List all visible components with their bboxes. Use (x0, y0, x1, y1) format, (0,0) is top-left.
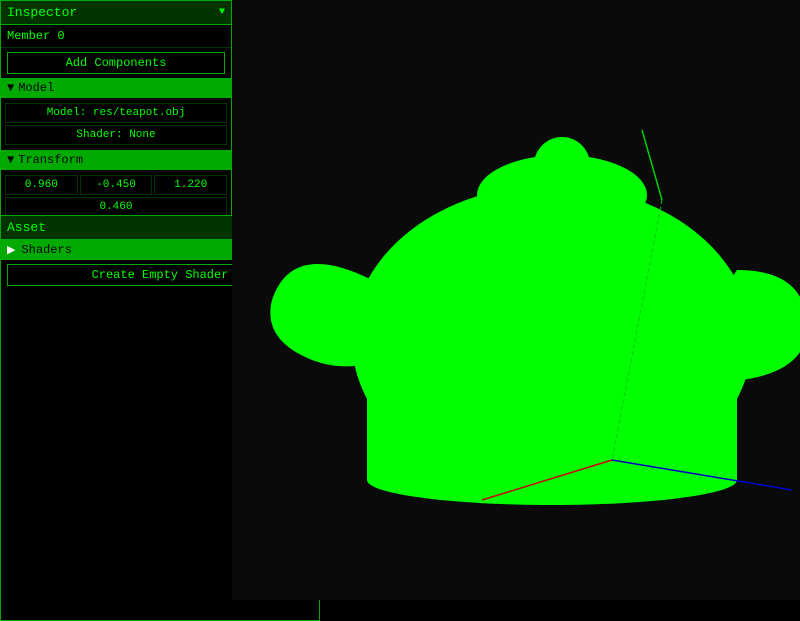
transform-section-header[interactable]: ▼ Transform (1, 150, 231, 170)
transform-x[interactable]: 0.960 (5, 175, 78, 195)
transform-y[interactable]: -0.450 (80, 175, 153, 195)
model-path[interactable]: Model: res/teapot.obj (5, 103, 227, 123)
member-label: Member 0 (1, 25, 231, 48)
transform-xyz-row: 0.960 -0.450 1.220 (5, 175, 227, 195)
add-components-button[interactable]: Add Components (7, 52, 225, 74)
shaders-label: Shaders (21, 243, 71, 257)
transform-arrow-icon: ▼ (7, 153, 14, 167)
viewport (232, 0, 800, 600)
shaders-cursor-icon: ▶ (7, 243, 15, 257)
teapot-group (270, 130, 800, 505)
model-section-label: Model (18, 81, 54, 95)
model-section-content: Model: res/teapot.obj Shader: None (1, 98, 231, 150)
model-section-header[interactable]: ▼ Model (1, 78, 231, 98)
shader-value[interactable]: Shader: None (5, 125, 227, 145)
inspector-header[interactable]: Inspector ▼ (1, 1, 231, 25)
transform-z[interactable]: 1.220 (154, 175, 227, 195)
transform-section-label: Transform (18, 153, 83, 167)
inspector-title: Inspector (7, 5, 77, 20)
inspector-panel: Inspector ▼ Member 0 Add Components ▼ Mo… (0, 0, 232, 223)
teapot-svg (232, 0, 800, 600)
transform-w[interactable]: 0.460 (5, 197, 227, 217)
model-arrow-icon: ▼ (7, 81, 14, 95)
inspector-arrow: ▼ (219, 7, 225, 18)
asset-title: Asset (7, 220, 46, 235)
